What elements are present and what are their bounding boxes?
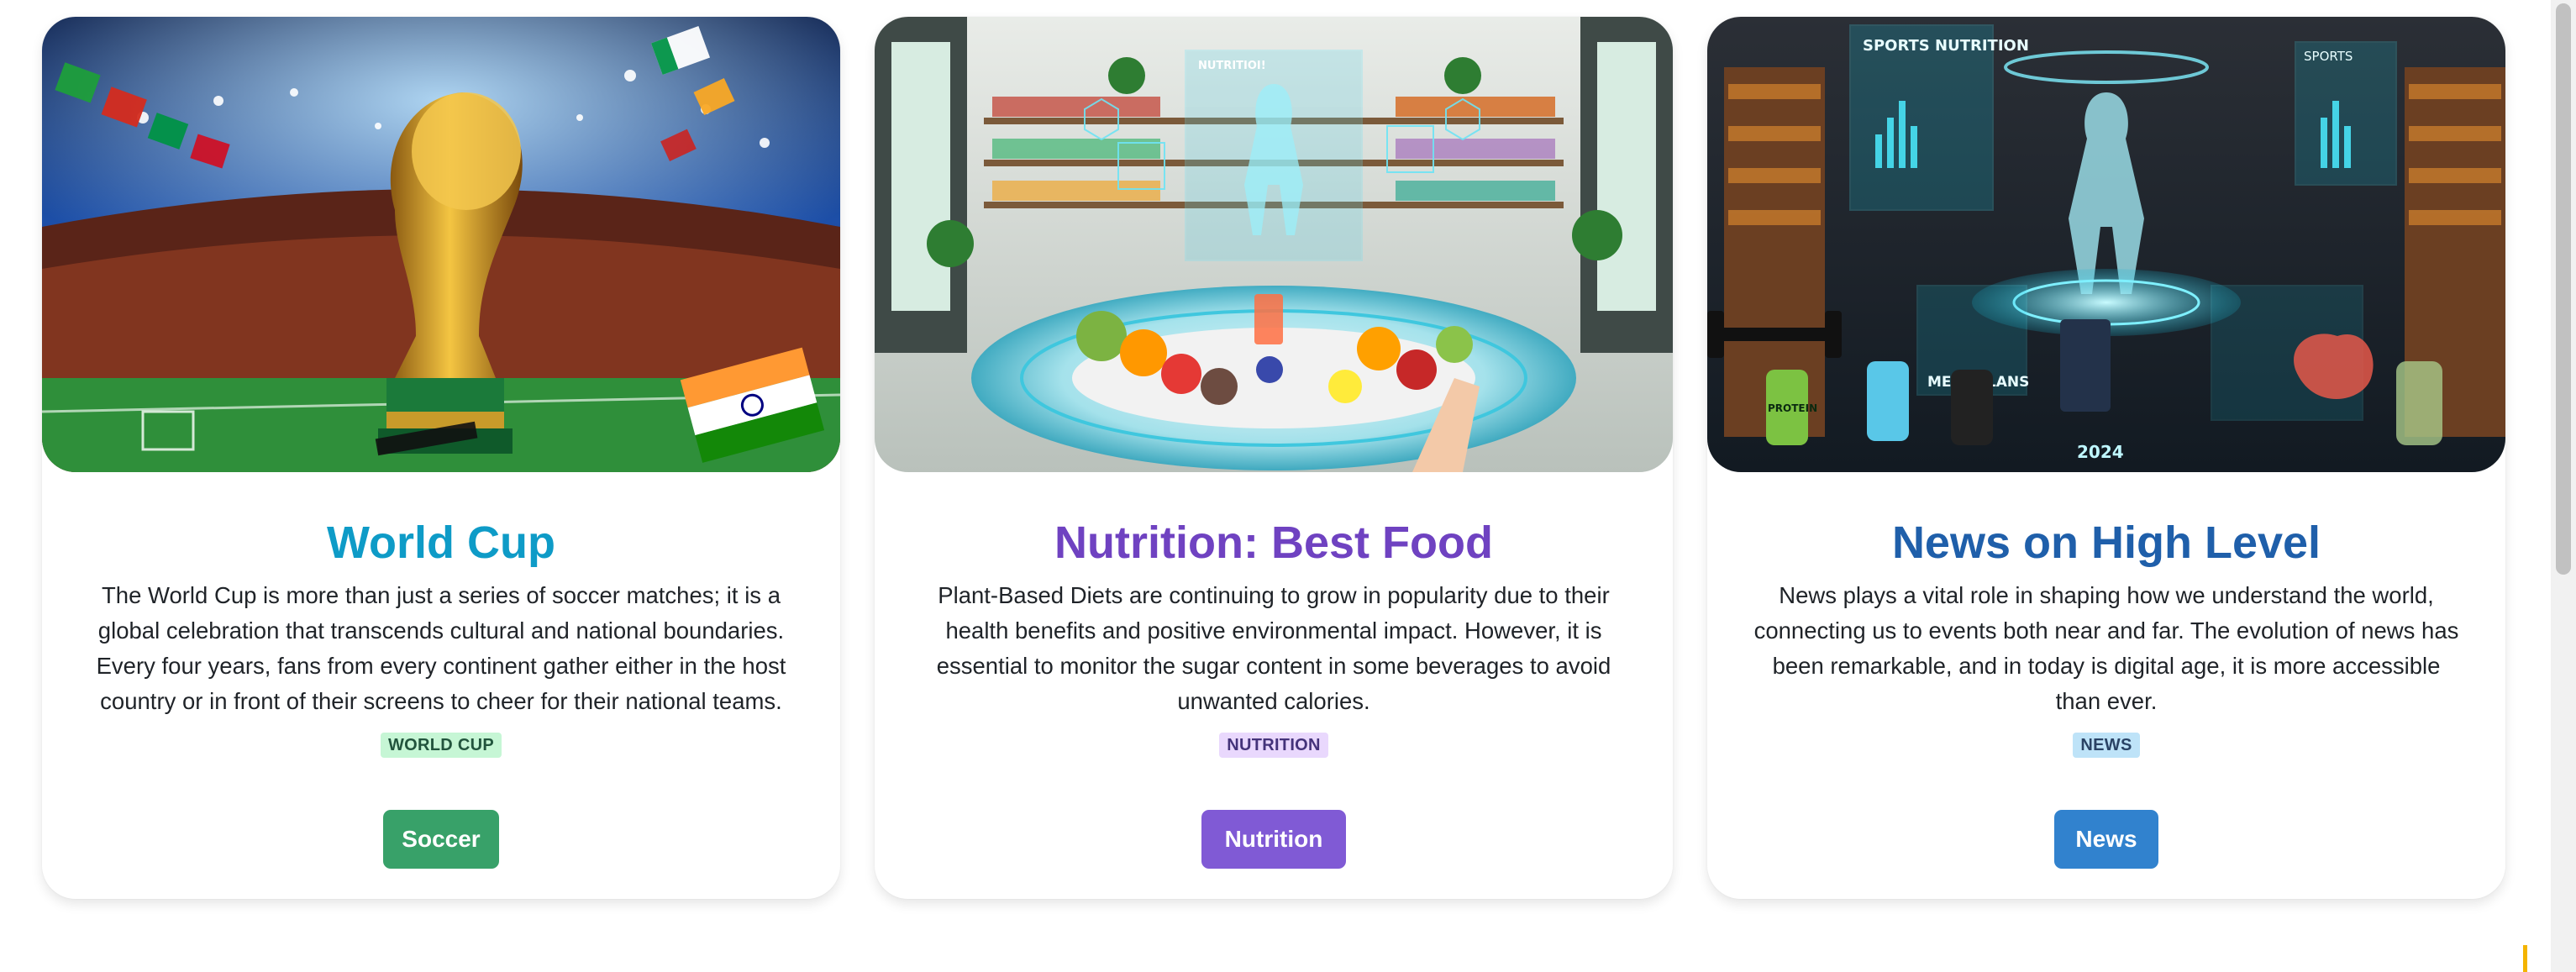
card-description: News plays a vital role in shaping how w… [1753,582,2459,714]
card-title: World Cup [327,518,555,568]
category-tag: NUTRITION [1219,733,1328,758]
tag-wrap: NUTRITION [875,733,1673,758]
card-description: Plant-Based Diets are continuing to grow… [936,582,1611,714]
world-cup-image [42,17,840,472]
nutrition-image: NUTRITIOI! [875,17,1673,472]
tag-wrap: WORLD CUP [42,733,840,758]
vertical-scrollbar[interactable] [2551,0,2576,972]
nutrition-food-hologram-image: NUTRITIOI! [875,17,1673,472]
hologram-text: SPORTS [2304,49,2353,64]
card-title: Nutrition: Best Food [1054,518,1493,568]
news-button[interactable]: News [2054,810,2158,869]
news-card: SPORTS NUTRITION SPORTS MEAL PLANS PROTE… [1707,17,2505,899]
cards-row: World Cup The World Cup is more than jus… [42,17,2505,899]
hologram-text: SPORTS NUTRITION [1863,37,2029,55]
hologram-text: PROTEIN [1768,402,1817,414]
category-tag: WORLD CUP [380,733,502,758]
sports-nutrition-hologram-image: SPORTS NUTRITION SPORTS MEAL PLANS PROTE… [1707,17,2505,472]
card-description: The World Cup is more than just a series… [96,582,786,714]
nutrition-button[interactable]: Nutrition [1201,810,1346,869]
hologram-text: NUTRITIOI! [1198,60,1266,72]
news-image: SPORTS NUTRITION SPORTS MEAL PLANS PROTE… [1707,17,2505,472]
corner-indicator [2523,945,2527,972]
nutrition-card: NUTRITIOI! Nutrition: Best Food Plant-Ba… [875,17,1673,899]
card-title: News on High Level [1891,518,2321,568]
world-cup-trophy-stadium-image [42,17,840,472]
hologram-text: 2024 [2077,442,2124,462]
tag-wrap: NEWS [1707,733,2505,758]
soccer-button[interactable]: Soccer [383,810,499,869]
scrollbar-thumb[interactable] [2556,3,2571,575]
world-cup-card: World Cup The World Cup is more than jus… [42,17,840,899]
category-tag: NEWS [2073,733,2140,758]
